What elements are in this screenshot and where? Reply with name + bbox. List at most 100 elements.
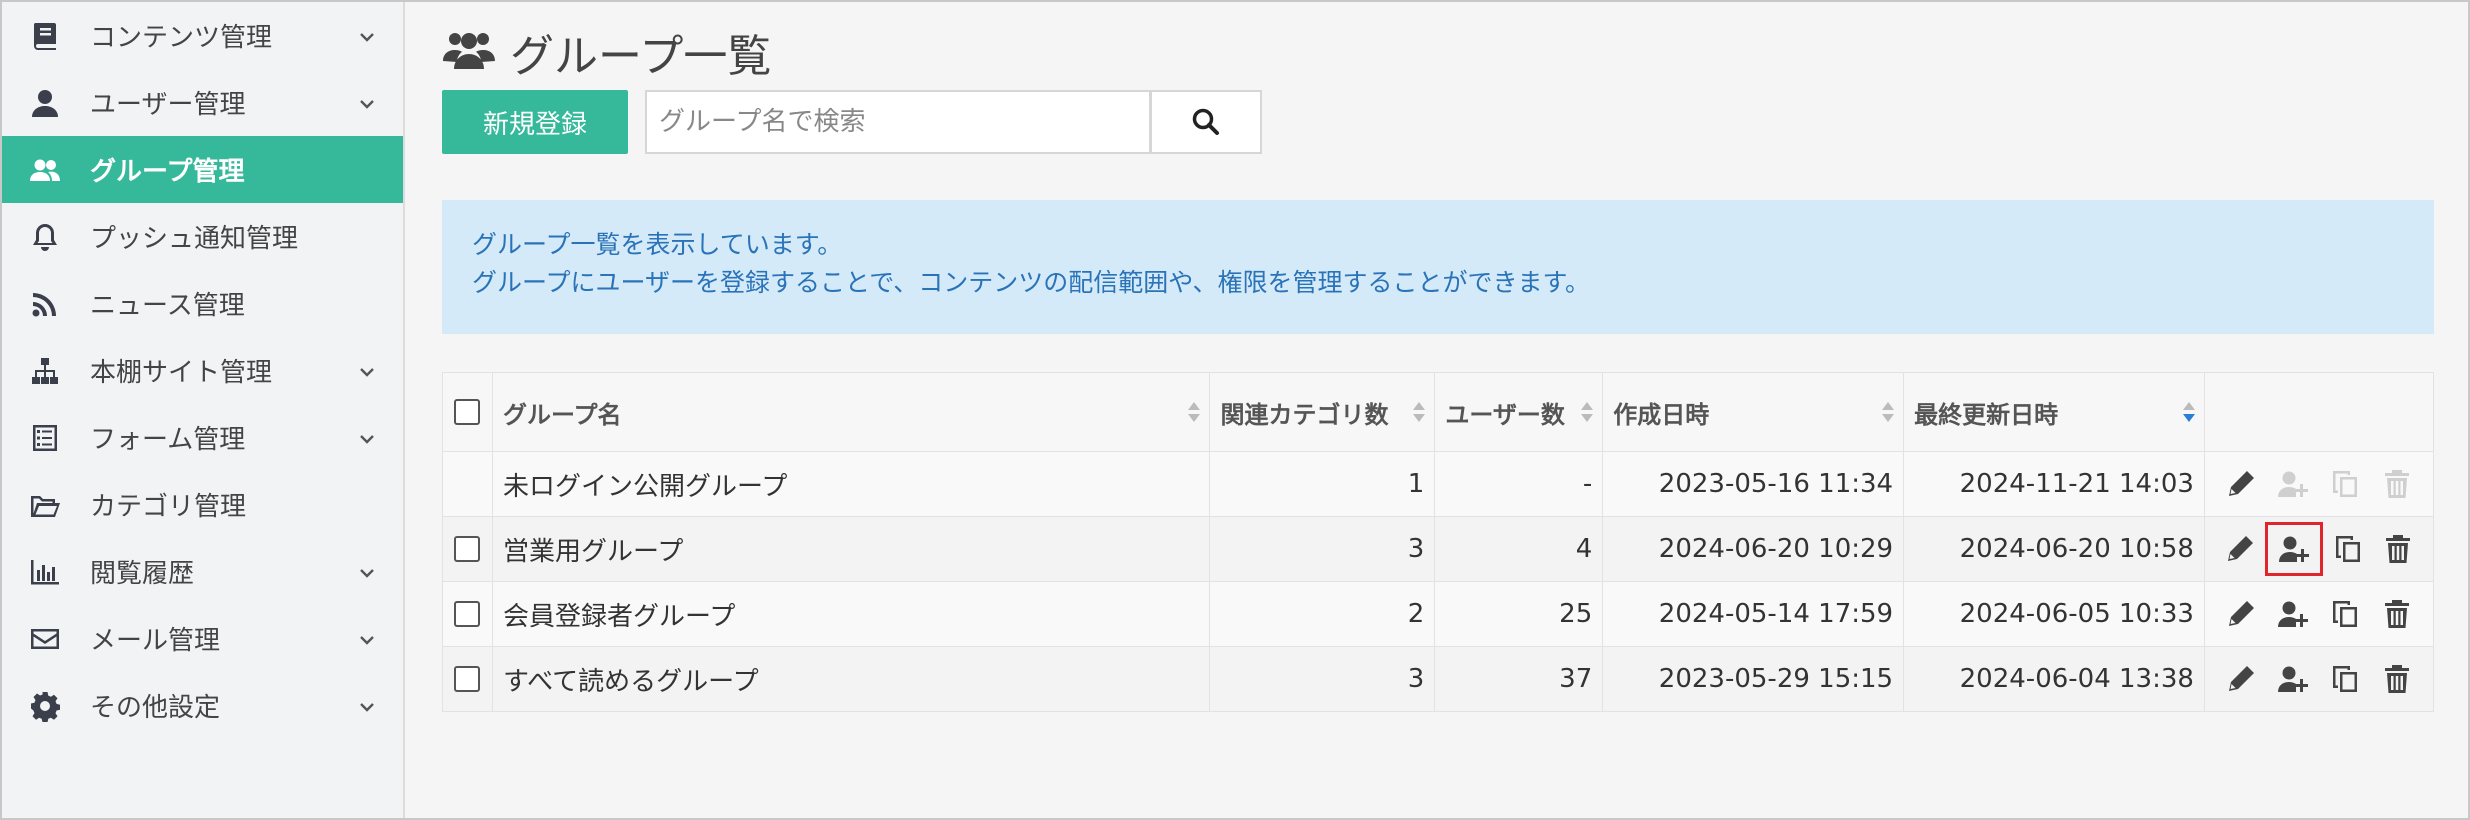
group-table: グループ名 関連カテゴリ数 ユーザー数 作成日時 最終更新日時 未ログイン公開グ… xyxy=(442,372,2435,712)
user-plus-icon xyxy=(2277,666,2308,692)
sidebar-item-bookshelf[interactable]: 本棚サイト管理 xyxy=(2,337,403,404)
delete-button[interactable] xyxy=(2372,589,2422,639)
row-select-cell xyxy=(442,451,493,517)
trash-icon xyxy=(2385,535,2410,563)
sidebar-item-categories[interactable]: カテゴリ管理 xyxy=(2,471,403,538)
sort-desc-icon xyxy=(2182,401,2196,423)
search-icon xyxy=(1192,108,1219,135)
cell-category-count: 3 xyxy=(1209,516,1436,582)
copy-icon xyxy=(2335,536,2360,562)
chevron-down-icon xyxy=(357,694,377,714)
add-user-button[interactable] xyxy=(2268,589,2318,639)
sidebar-item-settings[interactable]: その他設定 xyxy=(2,672,403,739)
column-header-label: グループ名 xyxy=(502,400,622,429)
sidebar-item-label: その他設定 xyxy=(90,693,221,723)
sidebar-item-mail[interactable]: メール管理 xyxy=(2,605,403,672)
edit-button[interactable] xyxy=(2215,524,2265,574)
sidebar-item-push[interactable]: プッシュ通知管理 xyxy=(2,203,403,270)
sidebar: コンテンツ管理 ユーザー管理 グループ管理 プッシュ通知管理 ニュース管理 本棚… xyxy=(2,2,405,818)
pencil-icon xyxy=(2228,666,2254,691)
sidebar-item-label: 閲覧履歴 xyxy=(90,559,195,589)
row-select-cell xyxy=(442,581,493,647)
table-row: 営業用グループ 3 4 2024-06-20 10:29 2024-06-20 … xyxy=(442,516,2435,582)
pencil-icon xyxy=(2228,471,2254,496)
column-header-created[interactable]: 作成日時 xyxy=(1602,372,1905,452)
sidebar-item-contents[interactable]: コンテンツ管理 xyxy=(2,2,403,69)
search-button[interactable] xyxy=(1150,90,1262,154)
cell-updated-at: 2024-06-05 10:33 xyxy=(1903,581,2205,647)
sidebar-item-forms[interactable]: フォーム管理 xyxy=(2,404,403,471)
sidebar-item-label: グループ管理 xyxy=(90,157,245,187)
column-header-users[interactable]: ユーザー数 xyxy=(1434,372,1604,452)
sort-icon xyxy=(1412,401,1426,423)
edit-button[interactable] xyxy=(2216,459,2266,509)
delete-button[interactable] xyxy=(2372,654,2422,704)
bar-chart-icon xyxy=(28,555,62,589)
cell-group-name: 会員登録者グループ xyxy=(491,581,1211,647)
cell-updated-at: 2024-11-21 14:03 xyxy=(1903,451,2205,517)
add-user-button[interactable] xyxy=(2264,522,2323,576)
sidebar-item-groups[interactable]: グループ管理 xyxy=(2,136,403,203)
sort-icon xyxy=(1580,401,1594,423)
cell-category-count: 2 xyxy=(1209,581,1436,647)
cell-user-count: - xyxy=(1434,451,1604,517)
folder-open-icon xyxy=(28,488,62,522)
chevron-down-icon xyxy=(357,560,377,580)
cell-actions xyxy=(2203,581,2435,647)
main-content: グループ一覧 新規登録 グループ一覧を表示しています。 グループにユーザーを登録… xyxy=(405,2,2468,818)
trash-icon xyxy=(2384,665,2409,693)
sidebar-item-label: プッシュ通知管理 xyxy=(90,224,299,254)
copy-button[interactable] xyxy=(2320,459,2370,509)
info-line-2: グループにユーザーを登録することで、コンテンツの配信範囲や、権限を管理することが… xyxy=(472,268,1591,297)
column-header-categories[interactable]: 関連カテゴリ数 xyxy=(1209,372,1436,452)
cell-actions xyxy=(2203,451,2435,517)
column-header-name[interactable]: グループ名 xyxy=(491,372,1211,452)
sidebar-item-label: コンテンツ管理 xyxy=(90,23,273,53)
info-line-1: グループ一覧を表示しています。 xyxy=(472,230,843,259)
add-user-button[interactable] xyxy=(2268,459,2318,509)
rss-icon xyxy=(28,287,62,321)
edit-button[interactable] xyxy=(2216,589,2266,639)
add-user-button[interactable] xyxy=(2268,654,2318,704)
select-all-checkbox[interactable] xyxy=(454,399,481,425)
table-row: すべて読めるグループ 3 37 2023-05-29 15:15 2024-06… xyxy=(442,646,2435,712)
trash-icon xyxy=(2384,600,2409,628)
row-checkbox[interactable] xyxy=(454,601,481,627)
pencil-icon xyxy=(2227,536,2253,561)
form-icon xyxy=(28,421,62,455)
copy-button[interactable] xyxy=(2323,524,2373,574)
cell-group-name: すべて読めるグループ xyxy=(491,646,1211,712)
copy-button[interactable] xyxy=(2320,654,2370,704)
cell-group-name: 未ログイン公開グループ xyxy=(491,451,1211,517)
user-plus-icon xyxy=(2277,471,2308,497)
delete-button[interactable] xyxy=(2372,459,2422,509)
sidebar-item-label: ユーザー管理 xyxy=(90,90,246,120)
table-header-row: グループ名 関連カテゴリ数 ユーザー数 作成日時 最終更新日時 xyxy=(442,372,2435,452)
sidebar-item-users[interactable]: ユーザー管理 xyxy=(2,69,403,136)
chevron-down-icon xyxy=(357,359,377,379)
cell-created-at: 2023-05-16 11:34 xyxy=(1602,451,1905,517)
sidebar-item-label: カテゴリ管理 xyxy=(90,492,247,522)
chevron-down-icon xyxy=(357,24,377,44)
column-header-updated[interactable]: 最終更新日時 xyxy=(1903,372,2205,452)
sidebar-item-news[interactable]: ニュース管理 xyxy=(2,270,403,337)
sitemap-icon xyxy=(28,354,62,388)
cell-user-count: 4 xyxy=(1434,516,1604,582)
user-plus-icon xyxy=(2277,601,2308,627)
row-checkbox[interactable] xyxy=(454,666,481,692)
gear-icon xyxy=(28,689,62,723)
cell-actions xyxy=(2203,516,2435,582)
copy-button[interactable] xyxy=(2320,589,2370,639)
group-search-input[interactable] xyxy=(645,90,1151,154)
users-icon xyxy=(28,153,62,187)
edit-button[interactable] xyxy=(2216,654,2266,704)
sidebar-item-history[interactable]: 閲覧履歴 xyxy=(2,538,403,605)
sidebar-item-label: 本棚サイト管理 xyxy=(90,358,273,388)
mail-icon xyxy=(28,622,62,656)
delete-button[interactable] xyxy=(2373,524,2423,574)
new-group-button[interactable]: 新規登録 xyxy=(442,90,628,154)
pencil-icon xyxy=(2228,601,2254,626)
column-header-label: 関連カテゴリ数 xyxy=(1220,400,1389,429)
row-checkbox[interactable] xyxy=(454,536,481,562)
copy-icon xyxy=(2332,666,2357,692)
